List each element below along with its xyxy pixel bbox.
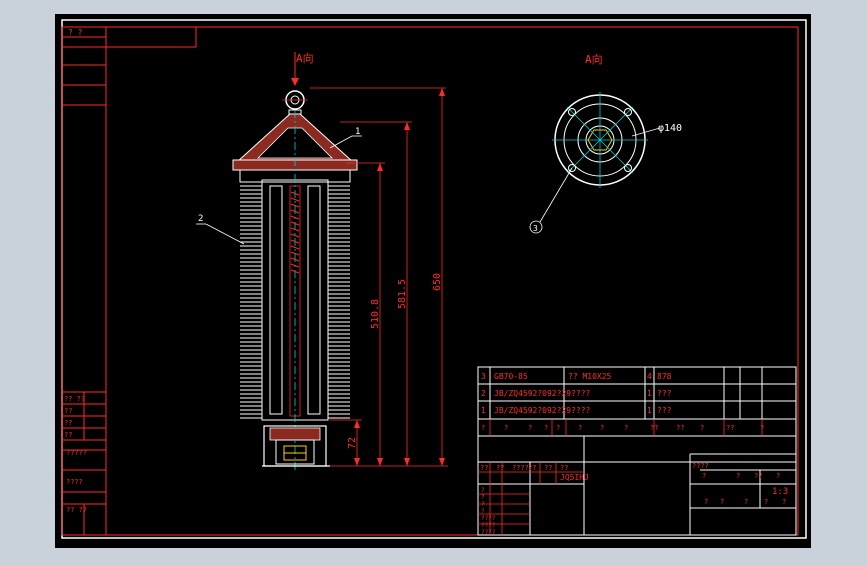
- title-header-cell: ?: [528, 424, 532, 432]
- title-row-label: ????: [481, 515, 496, 522]
- parts-list-cell: GB70-85: [494, 372, 528, 381]
- title-header-cell: ?: [504, 424, 508, 432]
- title-row-label: ?: [481, 501, 485, 508]
- title-row-label: ????: [481, 522, 496, 529]
- parts-list-cell: ?? M10X25: [568, 372, 612, 381]
- cad-drawing: ? ? ?? ?? ?? ?? ?? ????? ???? ?? ?? A向 1…: [55, 14, 811, 548]
- leader-label-2: 2: [198, 214, 203, 224]
- title-footer-cell: ?: [704, 498, 708, 506]
- cad-viewport: ? ? ?? ?? ?? ?? ?? ????? ???? ?? ?? A向 1…: [0, 0, 867, 562]
- title-row-label: ????: [481, 529, 496, 536]
- stage-label: ?: [776, 472, 780, 480]
- side-view-title: A向: [585, 52, 603, 66]
- parts-list-cell: ???: [657, 406, 672, 415]
- parts-list-cell: 1: [647, 406, 652, 415]
- title-header-cell: ?: [578, 424, 582, 432]
- left-strip-low-1: ?????: [66, 449, 87, 457]
- parts-list-cell: 2: [481, 389, 486, 398]
- sign-label: ??: [496, 464, 504, 472]
- sign-label: ??: [480, 464, 488, 472]
- dim-upper: 581.5: [397, 279, 408, 309]
- dim-overall: 650: [432, 273, 443, 291]
- left-strip-mid-d: ??: [64, 431, 72, 439]
- title-footer-cell: ?: [782, 498, 786, 506]
- left-strip-mid-a: ?? ??: [64, 395, 85, 403]
- parts-list-cell: 4: [647, 372, 652, 381]
- dim-flange: φ140: [658, 123, 682, 134]
- leader-label-1: 1: [355, 127, 360, 137]
- leader-label-3: 3: [533, 224, 538, 233]
- left-strip-mid-b: ??: [64, 407, 72, 415]
- parts-list-cell: 1: [647, 389, 652, 398]
- parts-list-cell: 3: [481, 372, 486, 381]
- title-header-cell: ?: [481, 424, 485, 432]
- title-row-label: ?: [481, 494, 485, 501]
- title-header-cell: ?: [556, 424, 560, 432]
- title-footer-cell: ?: [764, 498, 768, 506]
- title-header-cell: ?: [624, 424, 628, 432]
- sign-label: ????: [512, 464, 529, 472]
- standard-code: JQ5IHJ: [560, 473, 589, 482]
- left-strip-top-text: ? ?: [68, 28, 83, 37]
- left-strip-low-2: ????: [66, 478, 83, 486]
- scale-value: 1:3: [772, 487, 788, 497]
- parts-list-cell: 878: [657, 372, 672, 381]
- dim-body: 510.8: [370, 299, 381, 329]
- title-header-cell: ??: [726, 424, 734, 432]
- title-footer-cell: ?: [720, 498, 724, 506]
- title-footer-cell: ?: [744, 498, 748, 506]
- title-header-cell: ?: [760, 424, 764, 432]
- title-row-label: ?: [481, 487, 485, 494]
- sign-label: ??: [528, 464, 536, 472]
- parts-list-cell: ???: [657, 389, 672, 398]
- parts-list-cell: 1: [481, 406, 486, 415]
- parts-list-cell: JB/ZQ4592?092?29????: [494, 406, 591, 415]
- stage-label: ?: [702, 472, 706, 480]
- title-header-cell: ??: [650, 424, 658, 432]
- title-header-cell: ??: [676, 424, 684, 432]
- stage-label: ????: [692, 462, 709, 470]
- stage-label: ??: [754, 472, 762, 480]
- left-strip-mid-c: ??: [64, 419, 72, 427]
- parts-list-cell: JB/ZQ4592?092?29????: [494, 389, 591, 398]
- sign-label: ??: [560, 464, 568, 472]
- title-header-cell: ?: [700, 424, 704, 432]
- dim-base: 72: [347, 437, 358, 449]
- title-header-cell: ?: [544, 424, 548, 432]
- sign-label: ??: [544, 464, 552, 472]
- left-strip-bottom: ?? ??: [66, 506, 87, 514]
- title-row-label: ?: [481, 508, 485, 515]
- title-header-cell: ?: [600, 424, 604, 432]
- front-view-arrow-label: A向: [296, 51, 314, 65]
- stage-label: ?: [736, 472, 740, 480]
